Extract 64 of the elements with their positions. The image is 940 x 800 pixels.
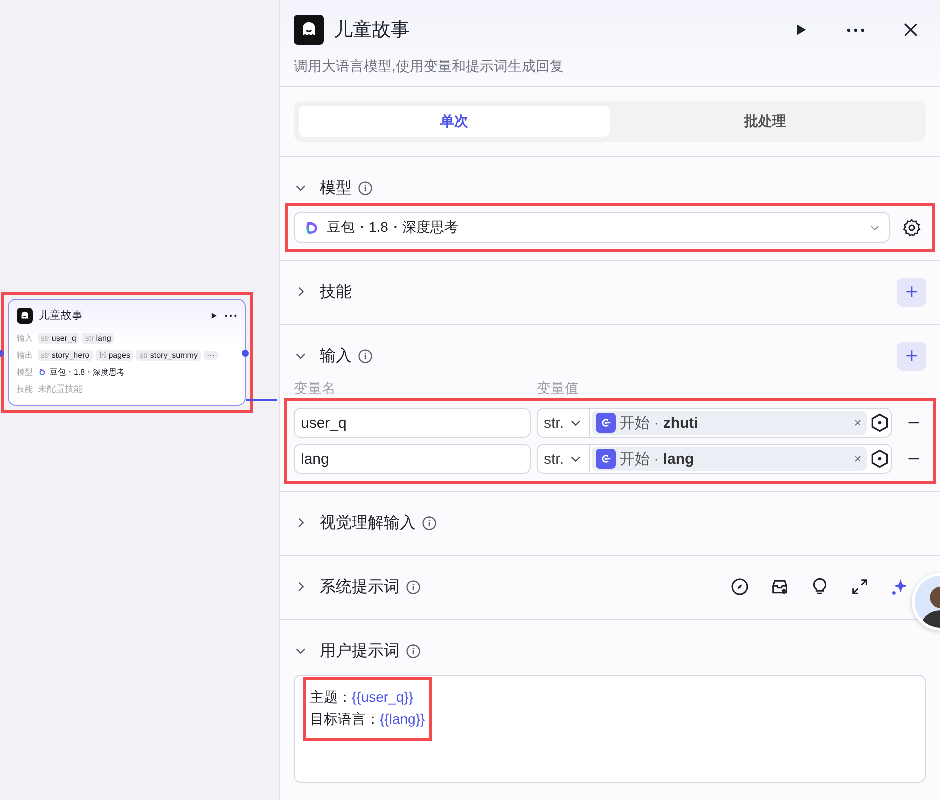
- column-header: 变量名: [294, 380, 337, 396]
- panel-title: 儿童故事: [334, 19, 411, 43]
- type-select[interactable]: str.: [538, 409, 590, 437]
- connector-line: [246, 399, 277, 401]
- section-title: 系统提示词: [320, 578, 400, 598]
- variable-tag: pages: [96, 350, 134, 360]
- more-icon: [847, 28, 865, 32]
- more-button[interactable]: ···: [204, 350, 218, 360]
- plus-icon: [904, 284, 920, 300]
- array-icon: [98, 351, 107, 359]
- variable-tag: str lang: [82, 332, 114, 344]
- section-title: 用户提示词: [320, 642, 400, 662]
- tab[interactable]: 批处理: [610, 106, 921, 137]
- info-icon[interactable]: [422, 516, 437, 530]
- compass-icon[interactable]: [730, 577, 750, 597]
- prompt-line: 目标语言：{{lang}}: [310, 710, 426, 729]
- panel-description: 调用大语言模型,使用变量和提示词生成回复: [294, 58, 565, 76]
- more-icon[interactable]: [225, 314, 237, 318]
- empty-text: 未配置技能: [38, 382, 83, 396]
- play-icon[interactable]: [209, 310, 219, 320]
- clear-icon[interactable]: [853, 454, 863, 464]
- ghost-icon: [17, 308, 33, 324]
- column-header: 变量值: [537, 380, 579, 396]
- row-label: 技能: [17, 384, 34, 394]
- prompt-editor[interactable]: 主题：{{user_q}} 目标语言：{{lang}}: [294, 675, 926, 783]
- hexagon-icon[interactable]: [869, 412, 891, 434]
- info-icon[interactable]: [406, 644, 421, 658]
- variable-tag: str user_q: [38, 332, 80, 344]
- hexagon-icon[interactable]: [869, 448, 891, 470]
- section-title: 模型: [320, 178, 352, 198]
- model-logo-icon: [38, 368, 47, 376]
- row-label: 模型: [17, 366, 34, 378]
- variable-tag: str story_summy: [136, 350, 201, 360]
- node-ref-icon: [596, 413, 616, 433]
- node-ref-icon: [596, 449, 616, 469]
- type-select[interactable]: str.: [538, 445, 590, 473]
- section-title: 输入: [320, 346, 352, 366]
- reference-chip[interactable]: 开始 · zhuti: [592, 411, 867, 435]
- prompt-line: 主题：{{user_q}}: [310, 688, 415, 707]
- settings-icon: [902, 218, 922, 238]
- input-field[interactable]: lang: [294, 444, 531, 474]
- port-dot[interactable]: [242, 350, 249, 356]
- reference-chip[interactable]: 开始 · lang: [592, 447, 867, 471]
- add-button[interactable]: [897, 278, 926, 306]
- row-label: 输入: [17, 332, 34, 344]
- info-icon[interactable]: [358, 180, 373, 196]
- info-icon[interactable]: [358, 348, 373, 364]
- model-name: 豆包・1.8・深度思考: [50, 366, 126, 378]
- model-select[interactable]: 豆包・1.8・深度思考: [294, 212, 890, 243]
- input-field[interactable]: user_q: [294, 408, 531, 438]
- tab[interactable]: 单次: [299, 106, 610, 137]
- clear-icon[interactable]: [853, 418, 863, 428]
- node-title: 儿童故事: [39, 308, 84, 323]
- variable-tag: str story_hero: [38, 350, 93, 360]
- add-button[interactable]: [897, 342, 926, 370]
- sparkle-icon[interactable]: [890, 577, 910, 597]
- section-title: 技能: [320, 282, 352, 302]
- ghost-icon: [294, 15, 324, 45]
- section-title: 视觉理解输入: [320, 514, 416, 534]
- plus-icon: [904, 348, 920, 364]
- expand-icon[interactable]: [850, 577, 870, 597]
- info-icon[interactable]: [406, 580, 421, 594]
- row-label: 输出: [17, 350, 34, 360]
- model-name: 豆包・1.8・深度思考: [327, 218, 460, 236]
